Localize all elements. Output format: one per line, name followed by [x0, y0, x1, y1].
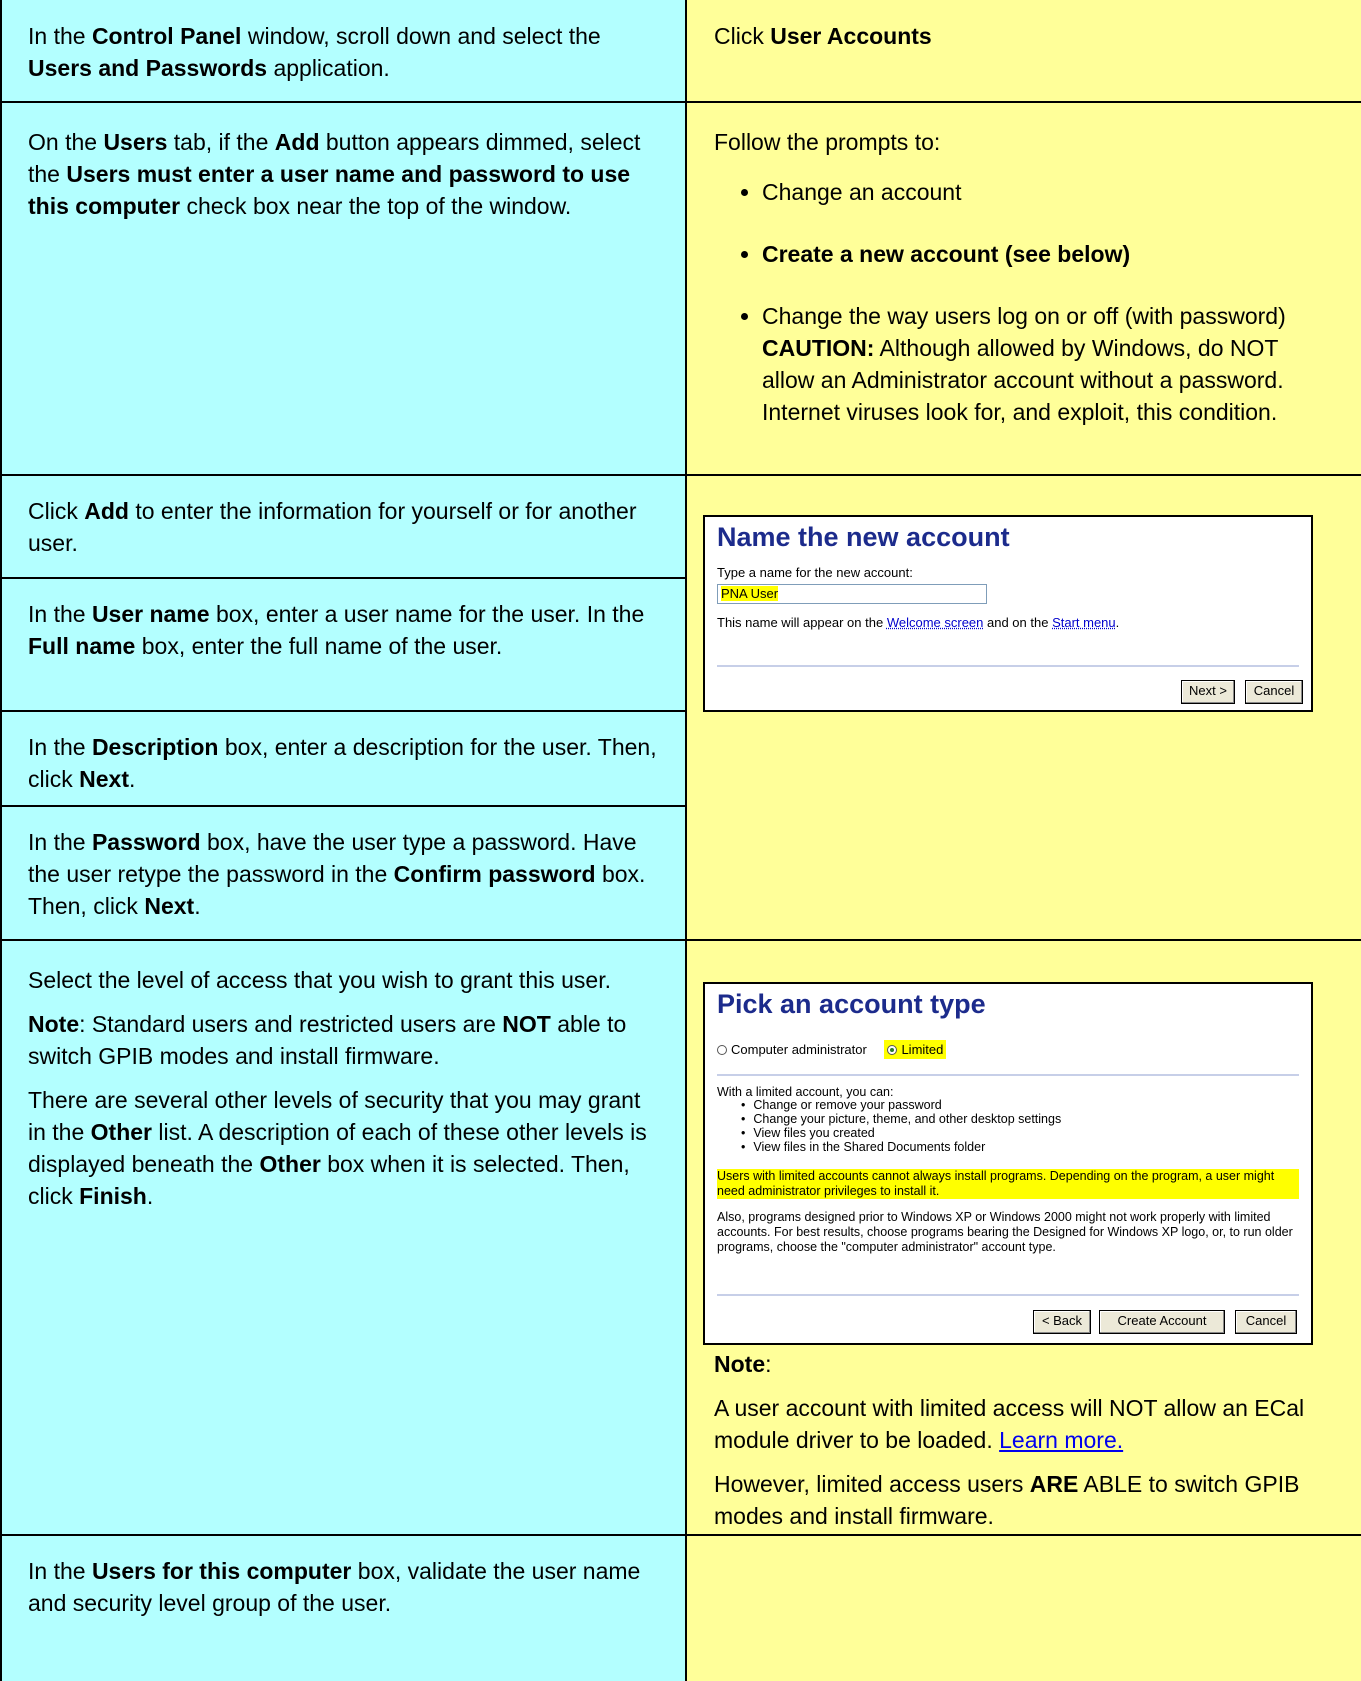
row8-left-cell: In the Users for this computer box, vali… [0, 1535, 686, 1681]
list-item: View files you created [741, 1126, 1061, 1140]
row6-left-cell: In the Password box, have the user type … [0, 806, 686, 940]
row-divider [0, 710, 686, 712]
limited-warning: Users with limited accounts cannot alway… [717, 1169, 1299, 1199]
row-divider [0, 1534, 1361, 1536]
welcome-screen-link[interactable]: Welcome screen [887, 615, 984, 630]
able-text: However, limited access users ARE ABLE t… [714, 1471, 1300, 1529]
row7-left-cell: Select the level of access that you wish… [0, 940, 686, 1535]
dialog-title: Pick an account type [717, 989, 986, 1019]
row5-left-cell: In the Description box, enter a descript… [0, 711, 686, 806]
create-account-button[interactable]: Create Account [1099, 1310, 1225, 1334]
list-item: Change the way users log on or off (with… [762, 300, 1333, 428]
radio-icon [717, 1045, 727, 1055]
row-divider [0, 577, 686, 579]
access-note-text: Note: Standard users and restricted user… [28, 1011, 627, 1069]
divider [717, 1074, 1299, 1076]
prompts-list: Change an account Create a new account (… [714, 176, 1333, 428]
limited-radio[interactable]: Limited [884, 1040, 947, 1059]
next-button[interactable]: Next > [1181, 680, 1235, 704]
admin-radio[interactable]: Computer administrator [717, 1042, 867, 1057]
account-name-input[interactable]: PNA User [717, 584, 987, 604]
compatibility-text: Also, programs designed prior to Windows… [717, 1210, 1293, 1254]
list-item: View files in the Shared Documents folde… [741, 1140, 1061, 1154]
row1-left-cell: In the Control Panel window, scroll down… [0, 0, 686, 102]
row6-left-text: In the Password box, have the user type … [28, 829, 646, 919]
row1-right-text: Click User Accounts [714, 23, 932, 49]
row3-left-text: Click Add to enter the information for y… [28, 498, 637, 556]
row-divider [0, 474, 1361, 476]
learn-more-link[interactable]: Learn more. [999, 1427, 1123, 1453]
row8-left-text: In the Users for this computer box, vali… [28, 1558, 641, 1616]
row-divider [0, 101, 1361, 103]
row1-left-text: In the Control Panel window, scroll down… [28, 23, 601, 81]
row2-right-cell: Follow the prompts to: Change an account… [686, 102, 1361, 475]
access-level-text: Select the level of access that you wish… [28, 967, 611, 993]
prompts-intro: Follow the prompts to: [714, 129, 941, 155]
name-prompt-label: Type a name for the new account: [717, 565, 913, 580]
radio-selected-icon [887, 1045, 898, 1055]
name-info-text: This name will appear on the Welcome scr… [717, 615, 1120, 630]
row1-right-cell: Click User Accounts [686, 0, 1361, 102]
list-item: Change an account [762, 176, 1333, 208]
row5-left-text: In the Description box, enter a descript… [28, 734, 657, 792]
row2-left-text: On the Users tab, if the Add button appe… [28, 129, 641, 219]
table-border [0, 0, 2, 1681]
row8-right-cell [686, 1535, 1361, 1681]
account-type-dialog: Pick an account type Computer administra… [703, 982, 1313, 1345]
row2-left-cell: On the Users tab, if the Add button appe… [0, 102, 686, 475]
note-label: Note: [714, 1351, 772, 1377]
divider [717, 1294, 1299, 1296]
list-item: Create a new account (see below) [762, 238, 1333, 270]
name-account-dialog: Name the new account Type a name for the… [703, 515, 1313, 712]
list-item: Change your picture, theme, and other de… [741, 1112, 1061, 1126]
row4-left-text: In the User name box, enter a user name … [28, 601, 645, 659]
cancel-button[interactable]: Cancel [1235, 1310, 1297, 1334]
row4-left-cell: In the User name box, enter a user name … [0, 578, 686, 711]
table-column-divider [685, 0, 687, 1681]
account-type-options: Computer administrator Limited [717, 1040, 947, 1059]
start-menu-link[interactable]: Start menu [1052, 615, 1116, 630]
row3-left-cell: Click Add to enter the information for y… [0, 475, 686, 578]
divider [717, 665, 1299, 667]
limited-access-text: A user account with limited access will … [714, 1395, 1305, 1453]
back-button[interactable]: < Back [1033, 1310, 1091, 1334]
list-item: Change or remove your password [741, 1098, 1061, 1112]
row-divider [0, 805, 686, 807]
dialog-title: Name the new account [717, 522, 1010, 552]
cancel-button[interactable]: Cancel [1245, 680, 1303, 704]
limited-capabilities-list: Change or remove your password Change yo… [741, 1098, 1061, 1154]
other-levels-text: There are several other levels of securi… [28, 1087, 647, 1209]
row-divider [0, 939, 1361, 941]
